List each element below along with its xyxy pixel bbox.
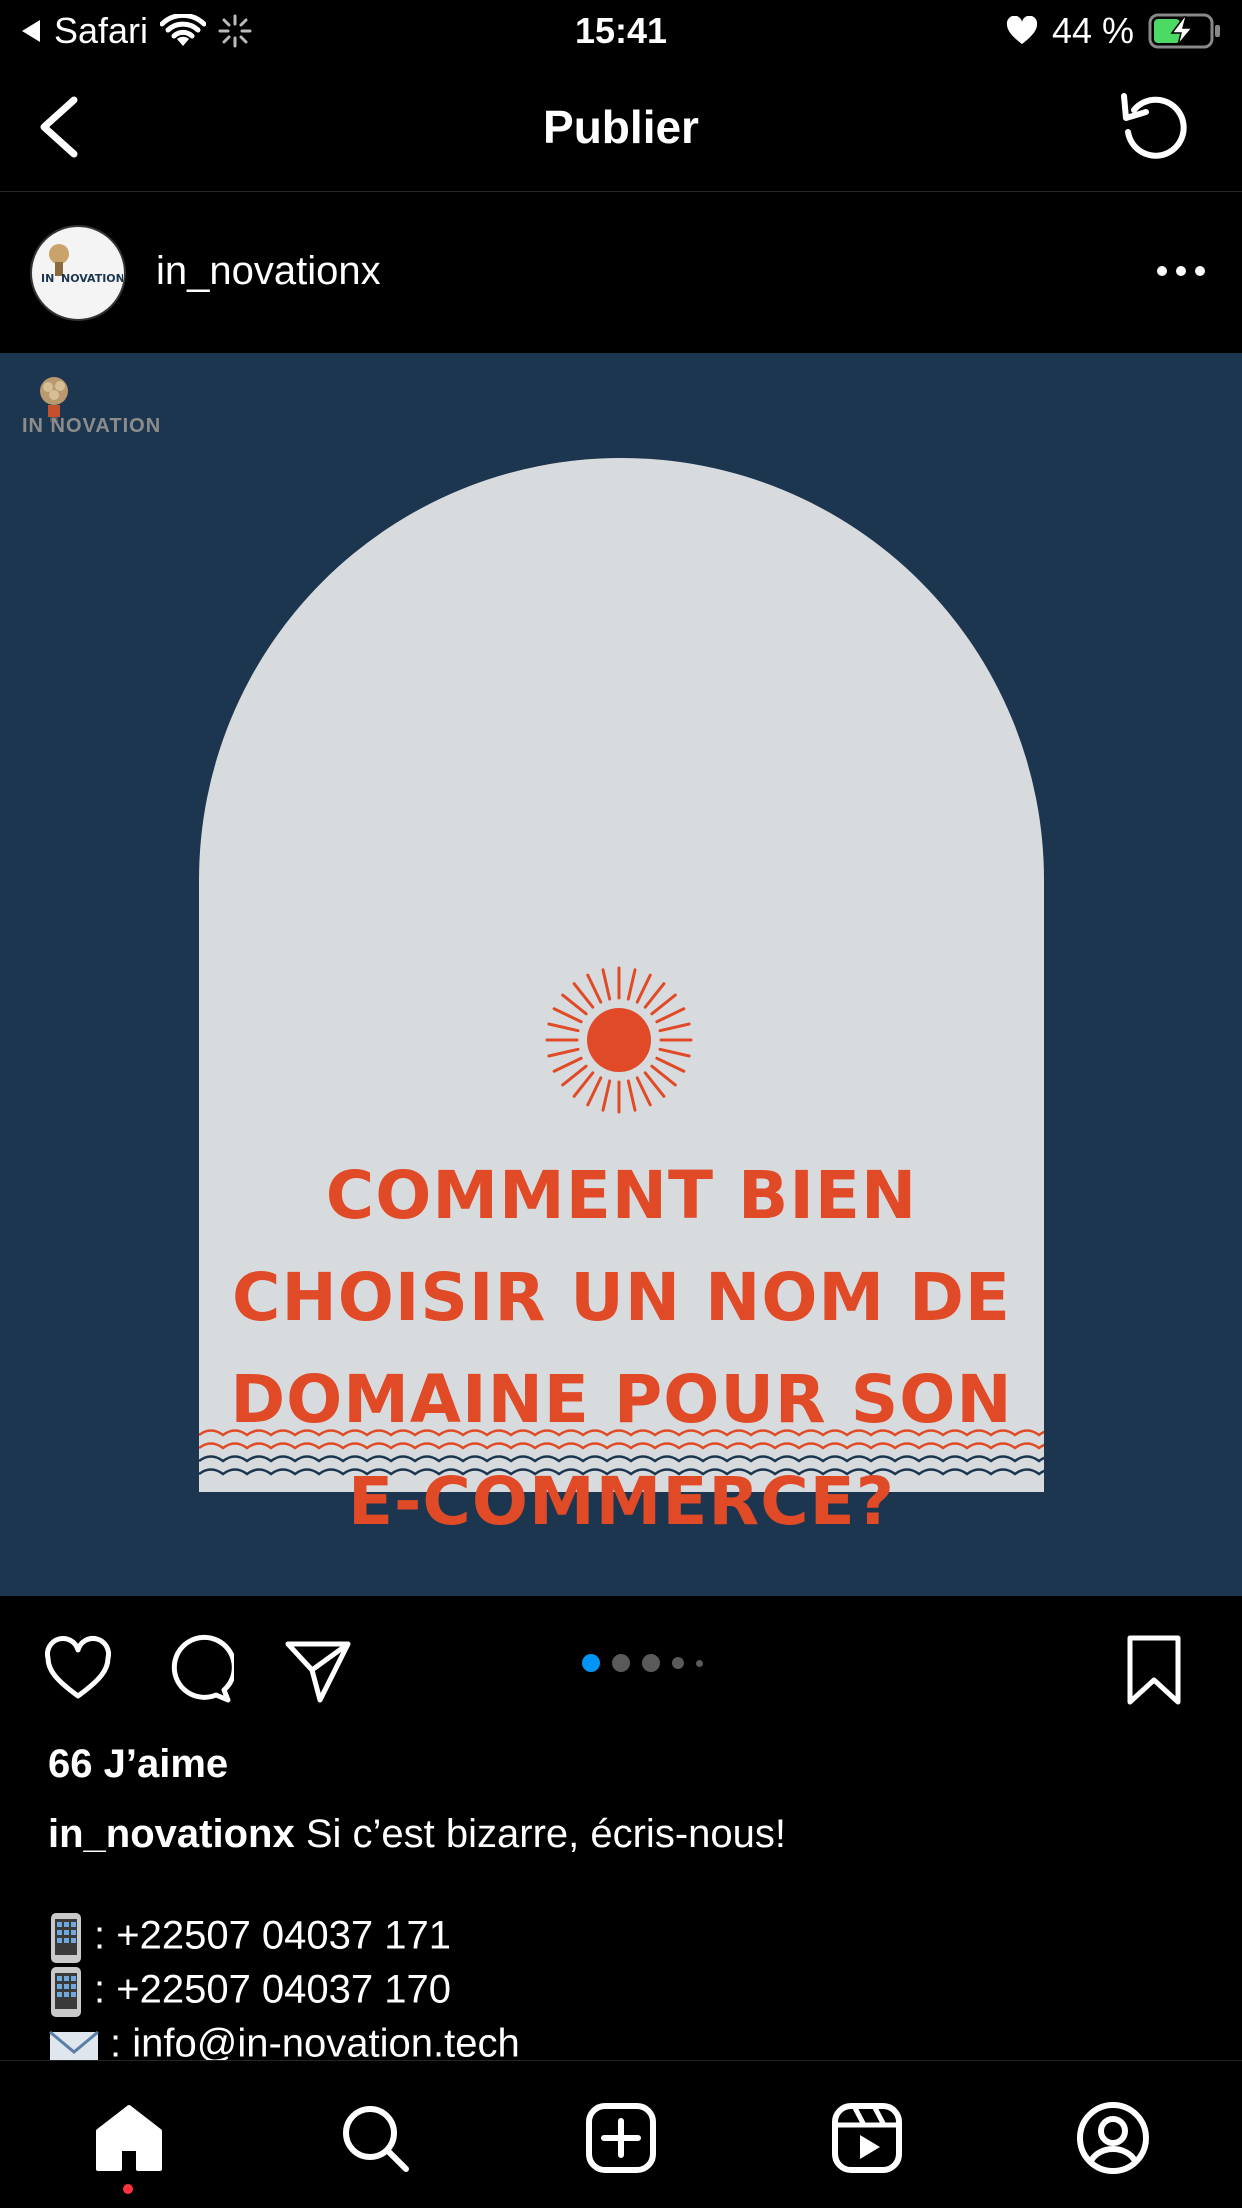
avatar[interactable]: IN NOVATION	[30, 225, 126, 321]
carousel-dot	[582, 1654, 600, 1672]
caption: in_novationx Si c’est bizarre, écris-nou…	[48, 1812, 786, 1857]
like-heart-icon[interactable]	[42, 1634, 114, 1706]
sun-ray	[650, 1064, 677, 1087]
top-nav: Publier	[0, 62, 1242, 192]
post-image[interactable]: IN NOVATION COMMENT BIEN CHOISIR UN NOM …	[0, 353, 1242, 1596]
avatar-logo-icon: IN NOVATION	[34, 229, 123, 317]
sun-ray	[586, 973, 603, 1004]
sun-ray	[635, 1076, 652, 1107]
headline-line: COMMENT BIEN	[325, 1157, 918, 1234]
post-header: IN NOVATION in_novationx	[0, 193, 1242, 353]
sun-ray	[572, 982, 595, 1009]
headline-line: CHOISIR UN NOM DE	[232, 1259, 1011, 1336]
sun-ray	[650, 993, 677, 1016]
battery-percent: 44 %	[1051, 10, 1134, 51]
contact-text: : +22507 04037 170	[94, 1967, 452, 2012]
carousel-dot	[672, 1657, 684, 1669]
mobile-phone-icon	[51, 1967, 81, 2017]
carousel-dot	[612, 1654, 630, 1672]
sun-ray	[552, 1056, 583, 1073]
sun-ray	[552, 1007, 583, 1024]
sun-ray	[586, 1076, 603, 1107]
contact-line: : +22507 04037 171	[48, 1912, 451, 1964]
sun-ray	[601, 1079, 612, 1112]
sun-ray	[561, 993, 588, 1016]
home-icon[interactable]	[92, 2101, 166, 2175]
sun-ray	[561, 1064, 588, 1087]
refresh-icon[interactable]	[1116, 88, 1192, 164]
caption-username[interactable]: in_novationx	[48, 1812, 295, 1856]
status-right: 44 %	[1006, 10, 1222, 52]
sun-ray	[547, 1047, 580, 1058]
sun-ray	[626, 968, 637, 1001]
profile-icon[interactable]	[1076, 2101, 1150, 2175]
contact-text[interactable]: : info@in-novation.tech	[110, 2022, 520, 2066]
comment-icon[interactable]	[162, 1634, 234, 1706]
sun-ray	[635, 973, 652, 1004]
sun-ray	[658, 1022, 691, 1033]
battery-charging-icon	[1148, 13, 1220, 49]
carousel-indicator	[582, 1654, 703, 1672]
bottom-tab-bar	[0, 2060, 1242, 2208]
carousel-dot	[696, 1659, 703, 1667]
sun-ray	[655, 1007, 686, 1024]
likes-count[interactable]: 66 J’aime	[48, 1742, 228, 1787]
sun-ray	[601, 968, 612, 1001]
wave-line	[199, 1455, 1044, 1463]
sun-ray	[643, 982, 666, 1009]
mobile-phone-icon	[51, 1913, 81, 1963]
contact-text: : +22507 04037 171	[94, 1913, 452, 1958]
more-options-icon[interactable]	[1156, 263, 1206, 279]
svg-text:NOVATION: NOVATION	[61, 272, 123, 285]
carousel-dot	[642, 1654, 660, 1672]
status-bar: Safari 15:41 44 %	[0, 0, 1242, 62]
sun-ray	[547, 1022, 580, 1033]
wave-line	[199, 1468, 1044, 1476]
sun-ray	[572, 1071, 595, 1098]
wave-line	[199, 1442, 1044, 1450]
svg-text:IN: IN	[41, 272, 54, 285]
brand-logo-text: IN NOVATION	[22, 415, 162, 437]
sun-ray	[658, 1047, 691, 1058]
contact-line: : +22507 04037 170	[48, 1966, 451, 2018]
sun-ray	[626, 1079, 637, 1112]
bookmark-icon[interactable]	[1118, 1634, 1190, 1706]
sun-ray	[655, 1056, 686, 1073]
sun-ray	[643, 1071, 666, 1098]
share-send-icon[interactable]	[282, 1634, 354, 1706]
brand-logo: IN NOVATION	[22, 373, 172, 453]
create-post-icon[interactable]	[584, 2101, 658, 2175]
reels-icon[interactable]	[830, 2101, 904, 2175]
wave-line	[199, 1429, 1044, 1437]
caption-text: Si c’est bizarre, écris-nous!	[305, 1812, 786, 1856]
heart-status-icon	[1006, 16, 1037, 44]
page-title: Publier	[543, 101, 699, 153]
decorative-waves	[199, 1429, 1044, 1476]
search-icon[interactable]	[338, 2101, 412, 2175]
home-notification-dot	[123, 2184, 133, 2194]
post-username[interactable]: in_novationx	[156, 249, 381, 294]
sun-icon	[545, 966, 693, 1114]
